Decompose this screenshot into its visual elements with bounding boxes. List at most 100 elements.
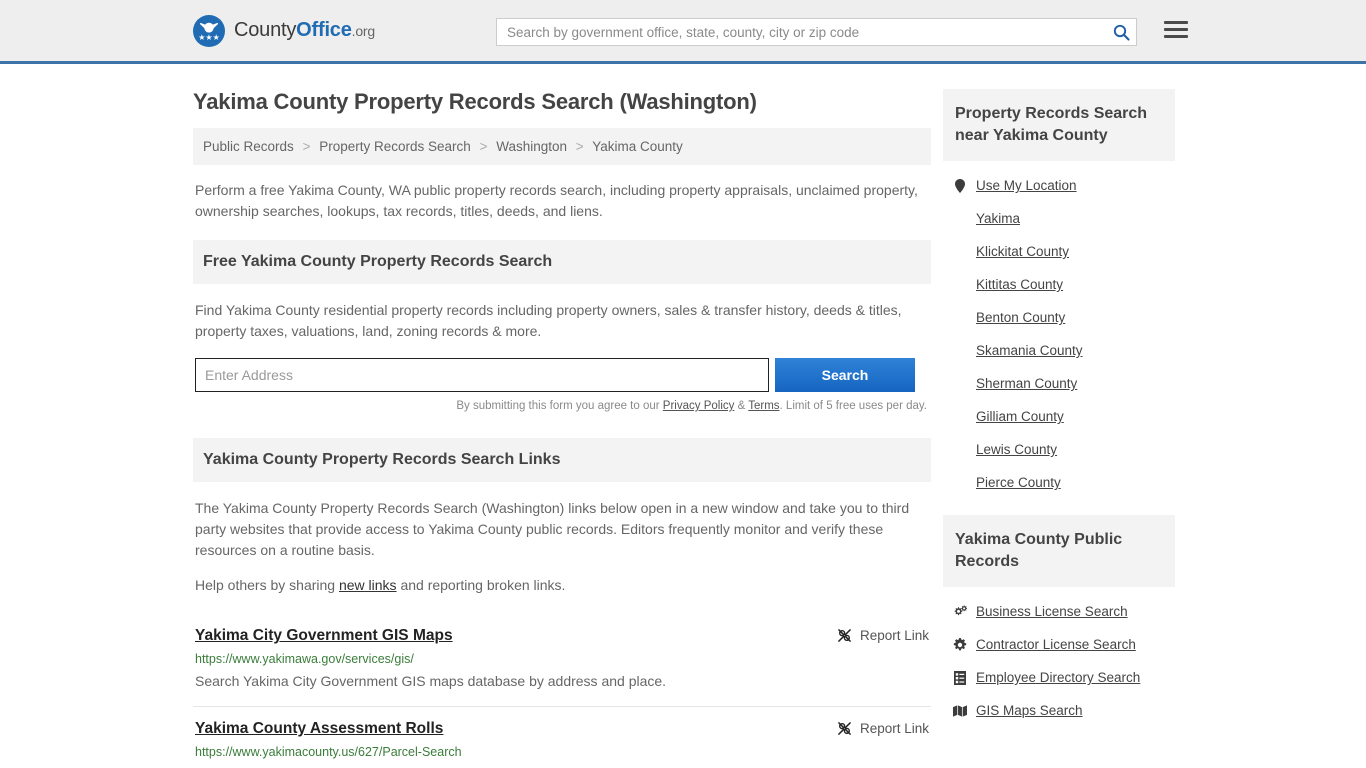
link-results-list: Yakima City Government GIS Maps Report L…: [193, 614, 931, 768]
sidebar-link-label[interactable]: GIS Maps Search: [976, 703, 1083, 718]
site-logo[interactable]: ★★★ CountyOffice.org: [193, 14, 375, 47]
brand-county: County: [234, 19, 297, 41]
sidebar: Property Records Search near Yakima Coun…: [943, 64, 1175, 768]
link-result-url: https://www.yakimawa.gov/services/gis/: [195, 652, 414, 666]
main-content: Yakima County Property Records Search (W…: [193, 64, 931, 768]
intro-paragraph: Perform a free Yakima County, WA public …: [195, 182, 918, 219]
links-section-body: The Yakima County Property Records Searc…: [193, 482, 931, 596]
link-result-item: Yakima City Government GIS Maps Report L…: [193, 614, 931, 706]
fineprint-post: . Limit of 5 free uses per day.: [779, 400, 927, 412]
free-search-body: Find Yakima County residential property …: [193, 284, 931, 412]
broken-link-icon: [838, 629, 851, 642]
report-link-label: Report Link: [859, 721, 929, 736]
report-link-button[interactable]: Report Link: [837, 721, 929, 736]
form-fineprint: By submitting this form you agree to our…: [195, 400, 929, 412]
sidebar-item-skamania-county[interactable]: Skamania County: [953, 334, 1175, 367]
hamburger-menu-icon[interactable]: [1164, 21, 1188, 38]
brand-office: Office: [296, 19, 352, 41]
sidebar-nearby-heading: Property Records Search near Yakima Coun…: [943, 89, 1175, 161]
sidebar-item-kittitas-county[interactable]: Kittitas County: [953, 268, 1175, 301]
links-paragraph-1: The Yakima County Property Records Searc…: [195, 500, 910, 558]
links-paragraph-2-post: and reporting broken links.: [396, 577, 566, 593]
sidebar-link-label[interactable]: Skamania County: [976, 343, 1083, 358]
sidebar-item-lewis-county[interactable]: Lewis County: [953, 433, 1175, 466]
free-search-heading: Free Yakima County Property Records Sear…: [193, 240, 931, 284]
breadcrumb: Public Records > Property Records Search…: [193, 128, 931, 165]
brand-org: .org: [351, 23, 376, 39]
sidebar-item-contractor-license-search[interactable]: Contractor License Search: [953, 628, 1175, 661]
sidebar-item-business-license-search[interactable]: Business License Search: [953, 595, 1175, 628]
breadcrumb-separator: >: [479, 139, 488, 154]
sidebar-link-label[interactable]: Contractor License Search: [976, 637, 1136, 652]
link-result-description: Search Yakima County property assessment…: [195, 764, 895, 768]
sidebar-public-records-list: Business License Search Contractor Licen…: [943, 587, 1175, 727]
breadcrumb-item-washington[interactable]: Washington: [496, 139, 567, 154]
sidebar-item-yakima[interactable]: Yakima: [953, 202, 1175, 235]
breadcrumb-item-property-records-search[interactable]: Property Records Search: [319, 139, 471, 154]
gear-icon: [953, 637, 967, 652]
report-link-label: Report Link: [859, 628, 929, 643]
link-result-url: https://www.yakimacounty.us/627/Parcel-S…: [195, 745, 462, 759]
search-button[interactable]: Search: [775, 358, 915, 392]
sidebar-link-label[interactable]: Pierce County: [976, 475, 1061, 490]
sidebar-item-klickitat-county[interactable]: Klickitat County: [953, 235, 1175, 268]
fineprint-pre: By submitting this form you agree to our: [456, 400, 663, 412]
terms-link[interactable]: Terms: [748, 400, 779, 412]
seal-stars: ★★★: [198, 32, 220, 42]
hamburger-bar: [1164, 28, 1188, 31]
sidebar-link-label[interactable]: Lewis County: [976, 442, 1057, 457]
privacy-policy-link[interactable]: Privacy Policy: [663, 400, 735, 412]
sidebar-link-label[interactable]: Employee Directory Search: [976, 670, 1140, 685]
fineprint-amp: &: [734, 400, 749, 412]
free-search-description: Find Yakima County residential property …: [195, 302, 902, 339]
new-links-link[interactable]: new links: [339, 577, 397, 593]
page-title: Yakima County Property Records Search (W…: [193, 89, 757, 114]
sidebar-nearby-list: Use My Location Yakima Klickitat County …: [943, 161, 1175, 499]
link-result-title[interactable]: Yakima County Assessment Rolls: [195, 720, 443, 738]
sidebar-link-label[interactable]: Business License Search: [976, 604, 1128, 619]
hamburger-bar: [1164, 21, 1188, 24]
search-icon[interactable]: [1106, 19, 1136, 45]
sidebar-item-pierce-county[interactable]: Pierce County: [953, 466, 1175, 499]
brand-text: CountyOffice.org: [234, 19, 375, 42]
address-search-form: Search: [195, 358, 929, 392]
breadcrumb-item-yakima-county[interactable]: Yakima County: [592, 139, 683, 154]
cogs-icon: [953, 605, 967, 618]
page-body: Yakima County Property Records Search (W…: [0, 64, 1366, 768]
sidebar-item-employee-directory-search[interactable]: Employee Directory Search: [953, 661, 1175, 694]
sidebar-link-label[interactable]: Use My Location: [976, 178, 1077, 193]
breadcrumb-separator: >: [302, 139, 311, 154]
broken-link-icon: [838, 722, 851, 735]
link-result-item: Yakima County Assessment Rolls Report Li…: [193, 706, 931, 768]
sidebar-item-gilliam-county[interactable]: Gilliam County: [953, 400, 1175, 433]
map-icon: [953, 704, 967, 717]
links-paragraph-2-pre: Help others by sharing: [195, 577, 339, 593]
report-link-button[interactable]: Report Link: [837, 628, 929, 643]
sidebar-link-label[interactable]: Klickitat County: [976, 244, 1069, 259]
sidebar-nearby-panel: Property Records Search near Yakima Coun…: [943, 89, 1175, 499]
search-input[interactable]: [497, 19, 1106, 45]
sidebar-link-label[interactable]: Sherman County: [976, 376, 1077, 391]
link-result-title[interactable]: Yakima City Government GIS Maps: [195, 627, 453, 645]
header-search-box[interactable]: [496, 18, 1137, 46]
sidebar-item-benton-county[interactable]: Benton County: [953, 301, 1175, 334]
search-glass-glyph: [1113, 24, 1130, 41]
hamburger-bar: [1164, 35, 1188, 38]
map-pin-icon: [953, 178, 967, 193]
breadcrumb-item-public-records[interactable]: Public Records: [203, 139, 294, 154]
link-result-description: Search Yakima City Government GIS maps d…: [195, 673, 667, 689]
site-header: ★★★ CountyOffice.org: [0, 0, 1366, 64]
links-paragraph-2: Help others by sharing new links and rep…: [195, 575, 929, 596]
sidebar-public-records-panel: Yakima County Public Records Business Li…: [943, 515, 1175, 727]
address-input[interactable]: [195, 358, 769, 392]
sidebar-link-label[interactable]: Benton County: [976, 310, 1065, 325]
sidebar-link-label[interactable]: Yakima: [976, 211, 1020, 226]
sidebar-link-label[interactable]: Kittitas County: [976, 277, 1063, 292]
eagle-glyph: [199, 22, 219, 32]
sidebar-item-sherman-county[interactable]: Sherman County: [953, 367, 1175, 400]
eagle-seal-icon: ★★★: [193, 14, 225, 47]
sidebar-item-use-my-location[interactable]: Use My Location: [953, 169, 1175, 202]
sidebar-link-label[interactable]: Gilliam County: [976, 409, 1064, 424]
sidebar-item-gis-maps-search[interactable]: GIS Maps Search: [953, 694, 1175, 727]
breadcrumb-separator: >: [575, 139, 584, 154]
